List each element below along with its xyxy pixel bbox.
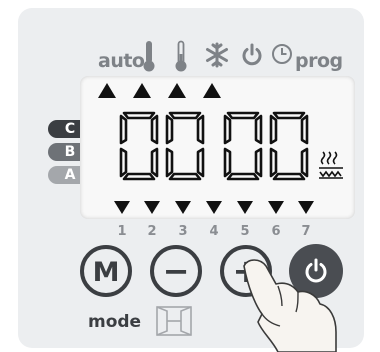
heating-element-icon	[319, 151, 343, 179]
day-label-7: 7	[301, 224, 311, 239]
day-label-1: 1	[117, 224, 127, 239]
day-label-3: 3	[178, 224, 188, 239]
profile-tab-b: B	[48, 143, 80, 161]
profile-tab-a: A	[48, 166, 80, 184]
pressing-hand	[243, 259, 337, 352]
day-label-2: 2	[147, 224, 157, 239]
day-indicator-6	[268, 201, 284, 214]
day-indicator-3	[175, 201, 191, 214]
top-indicator-4	[203, 83, 221, 98]
day-indicator-4	[206, 201, 222, 214]
thermometer-comfort-icon	[143, 41, 155, 72]
clock-icon	[272, 44, 292, 64]
minus-button-label: −	[162, 252, 190, 290]
day-indicator-5	[237, 201, 253, 214]
top-indicator-2	[133, 83, 151, 98]
day-label-4: 4	[209, 224, 219, 239]
day-indicator-7	[298, 201, 314, 214]
thermometer-eco-icon	[175, 40, 187, 72]
open-window-icon	[156, 306, 192, 336]
day-label-5: 5	[240, 224, 250, 239]
top-indicator-1	[98, 83, 116, 98]
profile-tab-c: C	[48, 120, 80, 138]
lcd-digits	[119, 111, 309, 181]
mode-button[interactable]: M	[80, 245, 132, 297]
mode-label: mode	[88, 312, 142, 332]
mode-button-label: M	[92, 257, 120, 288]
top-indicator-3	[168, 83, 186, 98]
snowflake-frost-icon	[206, 42, 228, 68]
standby-power-icon	[242, 43, 262, 66]
day-indicator-2	[144, 201, 160, 214]
minus-button[interactable]: −	[150, 245, 202, 297]
auto-label: auto	[98, 50, 145, 72]
prog-label: prog	[295, 50, 343, 72]
day-indicator-1	[114, 201, 130, 214]
day-label-6: 6	[271, 224, 281, 239]
